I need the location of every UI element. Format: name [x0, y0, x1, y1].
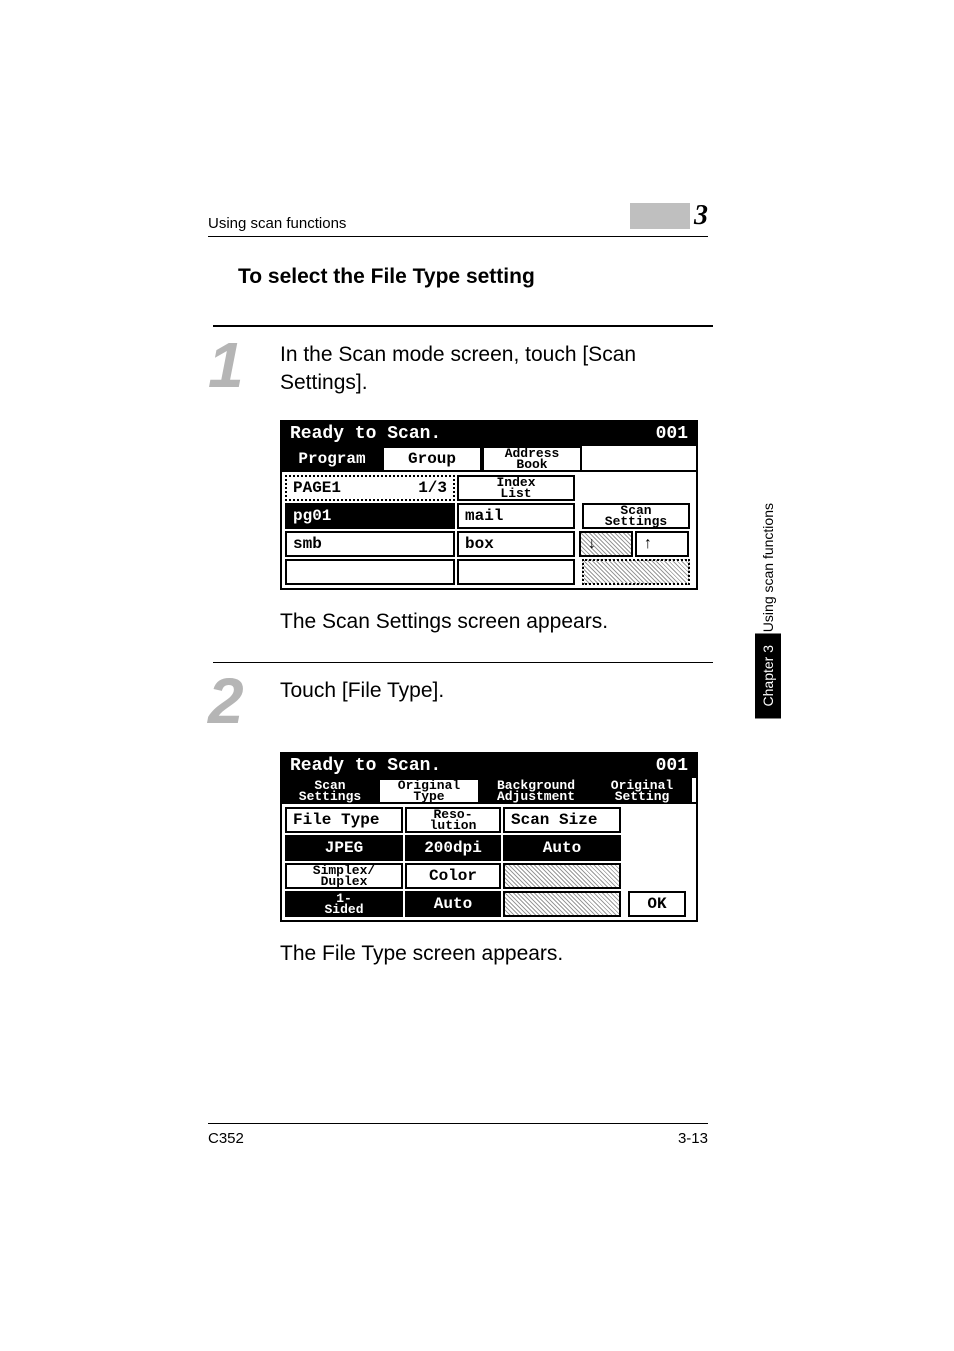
empty-slot [503, 863, 621, 889]
list-item[interactable]: mail [457, 503, 575, 529]
lcd-scan-settings: Ready to Scan. 001 ScanSettings Original… [280, 752, 698, 922]
page-label: PAGE1 1/3 [285, 475, 455, 501]
tab-address-book[interactable]: Address Book [482, 446, 582, 470]
resolution-button[interactable]: 200dpi [405, 835, 501, 861]
tab-group[interactable]: Group [382, 446, 482, 470]
page-footer: C352 3-13 [208, 1123, 708, 1147]
tab-original-type[interactable]: OriginalType [378, 778, 480, 802]
step-2: 2 Touch [File Type]. [208, 673, 718, 731]
lcd1-counter: 001 [656, 424, 688, 444]
step-instruction: Touch [File Type]. [280, 673, 700, 705]
list-item[interactable]: pg01 [285, 503, 455, 529]
file-type-button[interactable]: JPEG [285, 835, 403, 861]
color-button[interactable]: Auto [405, 891, 501, 917]
tab-program[interactable]: Program [282, 446, 382, 470]
step-number: 2 [208, 673, 280, 731]
tab-background-adjustment[interactable]: BackgroundAdjustment [480, 778, 592, 802]
chapter-number: 3 [694, 200, 708, 232]
index-list-button[interactable]: Index List [457, 475, 575, 501]
section-rule [213, 325, 713, 327]
step-result: The File Type screen appears. [280, 942, 718, 966]
ok-button[interactable]: OK [628, 891, 686, 917]
step-number: 1 [208, 337, 280, 395]
lcd1-title: Ready to Scan. [290, 424, 441, 444]
list-item[interactable]: smb [285, 531, 455, 557]
footer-left: C352 [208, 1130, 244, 1147]
empty-slot [503, 891, 621, 917]
arrow-down-button[interactable]: ↓ [579, 531, 633, 557]
arrow-up-button[interactable]: ↑ [635, 531, 689, 557]
scan-settings-button[interactable]: Scan Settings [582, 503, 690, 529]
lcd2-tabs: ScanSettings OriginalType BackgroundAdju… [282, 778, 696, 802]
list-item[interactable] [457, 559, 575, 585]
list-item[interactable]: box [457, 531, 575, 557]
lcd2-title: Ready to Scan. [290, 756, 441, 776]
simplex-duplex-label: Simplex/Duplex [285, 863, 403, 889]
footer-right: 3-13 [678, 1130, 708, 1147]
chapter-side-tab: Chapter 3 [755, 633, 781, 718]
lcd2-titlebar: Ready to Scan. 001 [282, 754, 696, 778]
running-head: Using scan functions 3 [208, 200, 708, 237]
side-text: Using scan functions [760, 503, 776, 632]
section-title: To select the File Type setting [238, 265, 718, 289]
step-divider [213, 662, 713, 663]
lcd-scan-mode: Ready to Scan. 001 Program Group Address… [280, 420, 698, 590]
tab-scan-settings[interactable]: ScanSettings [282, 778, 378, 802]
resolution-label: Reso-lution [405, 807, 501, 833]
lcd1-tabs: Program Group Address Book [282, 446, 696, 470]
tab-original-setting[interactable]: OriginalSetting [592, 778, 692, 802]
step-1: 1 In the Scan mode screen, touch [Scan S… [208, 337, 718, 398]
simplex-duplex-button[interactable]: 1-Sided [285, 891, 403, 917]
side-rail: Chapter 3 Using scan functions [752, 408, 784, 718]
step-result: The Scan Settings screen appears. [280, 610, 718, 634]
scan-size-label: Scan Size [503, 807, 621, 833]
running-head-text: Using scan functions [208, 215, 346, 232]
empty-slot [582, 559, 690, 585]
chapter-badge-bg [630, 203, 690, 229]
file-type-label: File Type [285, 807, 403, 833]
lcd1-titlebar: Ready to Scan. 001 [282, 422, 696, 446]
list-item[interactable] [285, 559, 455, 585]
lcd2-counter: 001 [656, 756, 688, 776]
chapter-badge: 3 [606, 200, 708, 232]
color-label: Color [405, 863, 501, 889]
step-instruction: In the Scan mode screen, touch [Scan Set… [280, 337, 700, 398]
scan-size-button[interactable]: Auto [503, 835, 621, 861]
